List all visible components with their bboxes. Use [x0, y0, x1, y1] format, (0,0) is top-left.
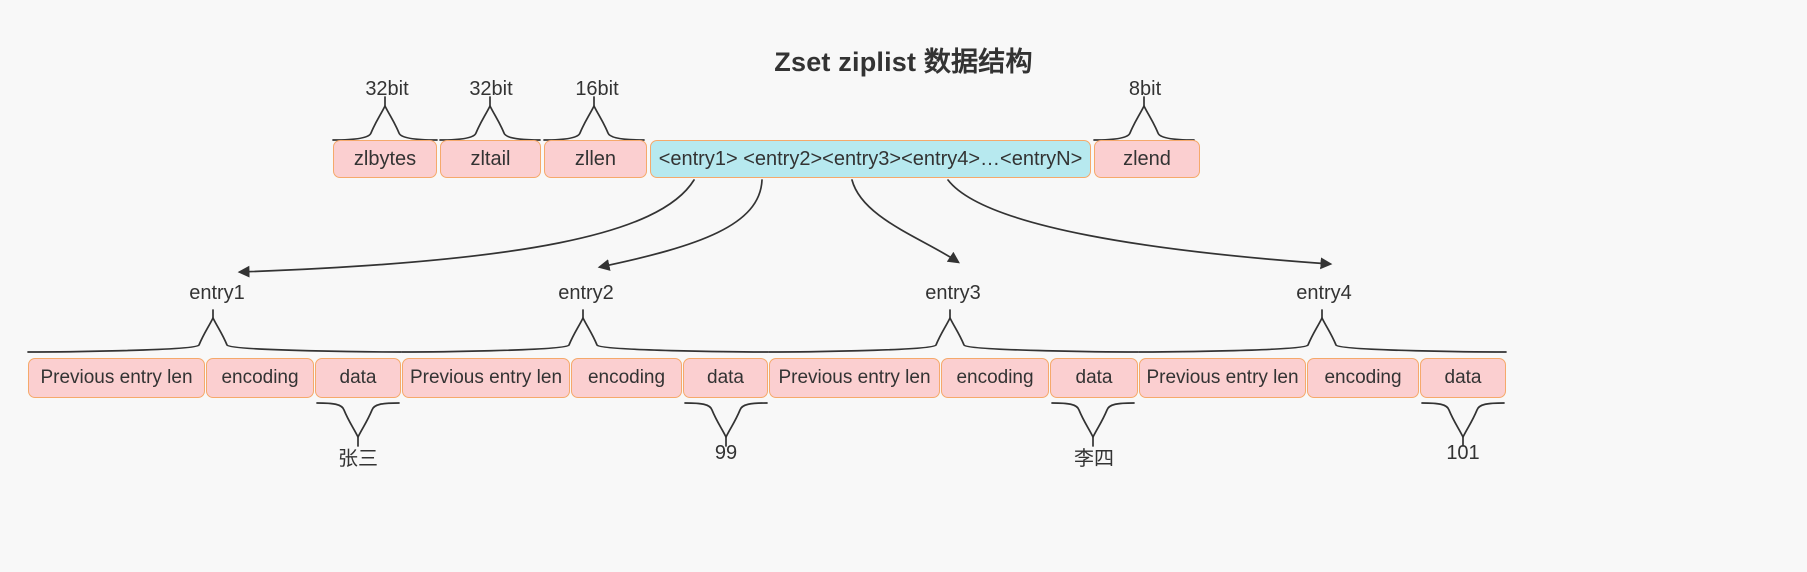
- entry-label-4: entry4: [1296, 282, 1352, 304]
- data-value-label: 李四: [1074, 448, 1114, 470]
- ziplist-field-zlbytes[interactable]: zlbytes: [333, 140, 437, 178]
- entry-field-data[interactable]: data: [315, 358, 401, 398]
- data-value-label: 101: [1446, 442, 1480, 464]
- page-title: Zset ziplist 数据结构: [774, 47, 1033, 77]
- entry-field-data[interactable]: data: [1050, 358, 1138, 398]
- entry-field-encoding[interactable]: encoding: [571, 358, 682, 398]
- diagram-canvas: Zset ziplist 数据结构 32bit 32bit 16bit 8bit…: [0, 0, 1807, 572]
- bit-label: 16bit: [575, 78, 619, 100]
- entry-field-prevlen[interactable]: Previous entry len: [1139, 358, 1306, 398]
- data-value-label: 张三: [338, 448, 378, 470]
- entry-field-data[interactable]: data: [683, 358, 768, 398]
- entry-label-1: entry1: [189, 282, 245, 304]
- ziplist-field-zllen[interactable]: zllen: [544, 140, 647, 178]
- bit-label: 8bit: [1128, 78, 1162, 100]
- entry-field-encoding[interactable]: encoding: [1307, 358, 1419, 398]
- data-value-label: 99: [714, 442, 738, 464]
- entry-field-prevlen[interactable]: Previous entry len: [402, 358, 570, 398]
- connector-layer: [27, 96, 1507, 447]
- entry-field-prevlen[interactable]: Previous entry len: [28, 358, 205, 398]
- ziplist-field-zltail[interactable]: zltail: [440, 140, 541, 178]
- entry-field-encoding[interactable]: encoding: [941, 358, 1049, 398]
- entry-field-encoding[interactable]: encoding: [206, 358, 314, 398]
- ziplist-field-zlend[interactable]: zlend: [1094, 140, 1200, 178]
- entry-field-prevlen[interactable]: Previous entry len: [769, 358, 940, 398]
- bit-label: 32bit: [365, 78, 409, 100]
- entry-label-2: entry2: [558, 282, 614, 304]
- ziplist-field-entries[interactable]: <entry1> <entry2><entry3><entry4>…<entry…: [650, 140, 1091, 178]
- bit-label: 32bit: [469, 78, 513, 100]
- entry-field-data[interactable]: data: [1420, 358, 1506, 398]
- entry-label-3: entry3: [925, 282, 981, 304]
